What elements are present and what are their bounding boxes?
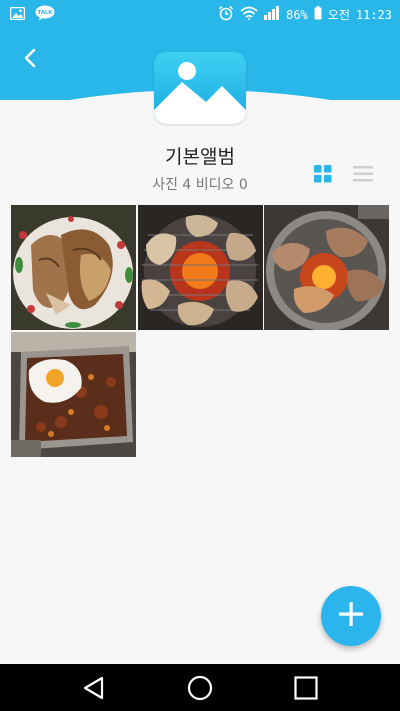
wifi-icon (240, 6, 258, 23)
battery-percent: 86% (286, 7, 308, 22)
album-media-count: 사진 4 비디오 0 (152, 177, 248, 193)
list-view-button[interactable] (353, 164, 373, 184)
grid-view-button[interactable] (313, 164, 333, 184)
nav-back-button[interactable] (80, 674, 108, 702)
nav-recents-icon (292, 676, 320, 706)
list-view-icon (353, 166, 373, 188)
talk-badge-text: TALK (38, 10, 53, 16)
system-nav-bar (0, 664, 400, 711)
album-thumbnail (154, 52, 246, 124)
nav-home-icon (186, 675, 214, 706)
battery-icon (314, 6, 322, 23)
photo-thumbnail-egg-stirfry[interactable] (11, 331, 136, 457)
plus-icon (337, 600, 365, 632)
ampm-label: 오전 (327, 7, 350, 22)
photo-thumbnail-charcoal-grill[interactable] (137, 205, 263, 330)
signal-icon (264, 6, 280, 23)
album-title: 기본앨범 (165, 146, 235, 168)
image-placeholder-icon (154, 52, 246, 124)
photo-grid (11, 205, 389, 457)
kakaotalk-icon: TALK (35, 5, 55, 24)
gallery-icon (9, 6, 26, 23)
clock: 11:23 (355, 7, 392, 22)
add-photo-button[interactable] (321, 586, 381, 646)
photo-thumbnail-grill-pan[interactable] (264, 205, 389, 330)
nav-back-icon (80, 676, 108, 706)
back-button[interactable] (14, 44, 46, 76)
grid-view-icon (313, 165, 333, 188)
nav-recents-button[interactable] (292, 674, 320, 702)
status-bar: TALK 86% 오전 11:23 (0, 0, 400, 28)
photo-thumbnail-fish[interactable] (11, 205, 136, 330)
alarm-icon (218, 5, 234, 24)
nav-home-button[interactable] (186, 674, 214, 702)
chevron-left-icon (23, 48, 37, 72)
